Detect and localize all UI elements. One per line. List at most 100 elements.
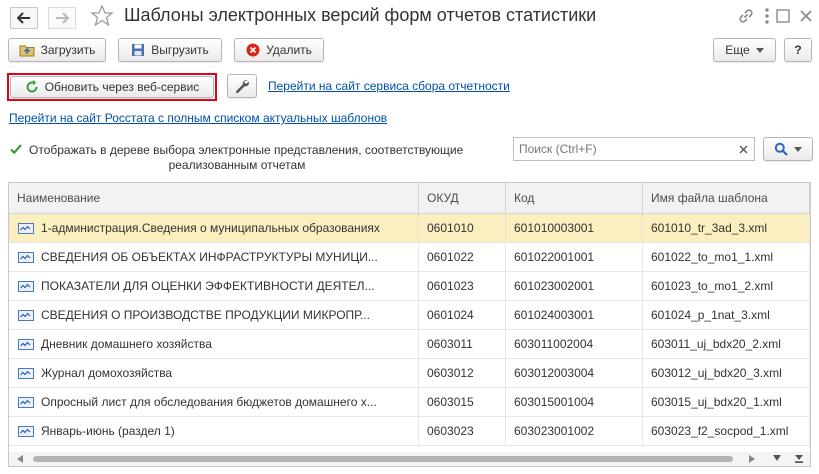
scroll-down-icon[interactable] xyxy=(773,455,781,461)
update-button-label: Обновить через веб-сервис xyxy=(44,80,200,94)
table-row[interactable]: 1-администрация.Сведения о муниципальных… xyxy=(9,214,810,243)
cell-filename: 601010_tr_3ad_3.xml xyxy=(643,214,810,242)
close-icon xyxy=(739,145,747,153)
scroll-bottom-icon[interactable] xyxy=(795,455,803,463)
search-input[interactable] xyxy=(514,138,729,160)
table-row[interactable]: СВЕДЕНИЯ О ПРОИЗВОДСТВЕ ПРОДУКЦИИ МИКРОП… xyxy=(9,301,810,330)
load-button[interactable]: Загрузить xyxy=(8,38,106,62)
settings-button[interactable] xyxy=(227,74,257,98)
delete-button[interactable]: Удалить xyxy=(234,38,324,62)
wrench-icon xyxy=(235,80,249,94)
cell-okud: 0601022 xyxy=(419,243,506,271)
cell-name: Журнал домохозяйства xyxy=(9,359,419,387)
checkmark-icon xyxy=(10,144,22,155)
table-row[interactable]: СВЕДЕНИЯ ОБ ОБЪЕКТАХ ИНФРАСТРУКТУРЫ МУНИ… xyxy=(9,243,810,272)
page-title: Шаблоны электронных версий форм отчетов … xyxy=(124,5,597,25)
cell-okud: 0603011 xyxy=(419,330,506,358)
favorite-button[interactable] xyxy=(90,4,114,31)
chevron-down-icon xyxy=(794,146,802,152)
cell-name: ПОКАЗАТЕЛИ ДЛЯ ОЦЕНКИ ЭФФЕКТИВНОСТИ ДЕЯТ… xyxy=(9,272,419,300)
scroll-left-icon[interactable] xyxy=(17,455,23,463)
magnifier-icon xyxy=(774,142,788,156)
cell-filename: 601024_p_1nat_3.xml xyxy=(643,301,810,329)
scrollbar-thumb[interactable] xyxy=(33,456,733,462)
cell-name: СВЕДЕНИЯ ОБ ОБЪЕКТАХ ИНФРАСТРУКТУРЫ МУНИ… xyxy=(9,243,419,271)
back-button[interactable] xyxy=(10,7,38,29)
delete-icon xyxy=(246,43,260,57)
chevron-down-icon xyxy=(755,47,764,53)
column-header-name[interactable]: Наименование xyxy=(9,183,419,213)
clear-search-button[interactable] xyxy=(732,138,754,160)
horizontal-scrollbar[interactable] xyxy=(9,452,810,466)
table-row[interactable]: Январь-июнь (раздел 1) 0603023 60302300100… xyxy=(9,417,810,446)
close-button[interactable] xyxy=(799,9,813,26)
cell-name: Опросный лист для обследования бюджетов … xyxy=(9,388,419,416)
cell-code: 601023002001 xyxy=(506,272,643,300)
cell-name: Январь-июнь (раздел 1) xyxy=(9,417,419,445)
cell-okud: 0601023 xyxy=(419,272,506,300)
forward-button[interactable] xyxy=(48,7,76,29)
cell-code: 601024003001 xyxy=(506,301,643,329)
help-button-label: ? xyxy=(794,43,802,57)
unload-button[interactable]: Выгрузить xyxy=(118,38,222,62)
cell-code: 603023001002 xyxy=(506,417,643,445)
arrow-left-icon xyxy=(17,12,30,24)
cell-code: 601022001001 xyxy=(506,243,643,271)
templates-table: Наименование ОКУД Код Имя файла шаблона … xyxy=(8,182,811,467)
cell-filename: 603011_uj_bdx20_2.xml xyxy=(643,330,810,358)
cell-filename: 603023_f2_socpod_1.xml xyxy=(643,417,810,445)
more-button-label: Еще xyxy=(725,43,750,57)
unload-button-label: Выгрузить xyxy=(151,43,209,57)
table-header: Наименование ОКУД Код Имя файла шаблона xyxy=(9,183,810,214)
close-icon xyxy=(800,10,812,22)
more-button[interactable]: Еще xyxy=(713,38,776,62)
arrow-right-icon xyxy=(56,12,69,24)
cell-filename: 601023_to_mo1_2.xml xyxy=(643,272,810,300)
maximize-icon xyxy=(776,9,790,23)
menu-button[interactable] xyxy=(764,7,770,28)
cell-okud: 0601010 xyxy=(419,214,506,242)
cell-okud: 0601024 xyxy=(419,301,506,329)
cell-code: 603015001004 xyxy=(506,388,643,416)
table-row[interactable]: Опросный лист для обследования бюджетов … xyxy=(9,388,810,417)
scroll-right-icon[interactable] xyxy=(749,455,755,463)
search-field-container xyxy=(513,137,755,161)
table-row[interactable]: ПОКАЗАТЕЛИ ДЛЯ ОЦЕНКИ ЭФФЕКТИВНОСТИ ДЕЯТ… xyxy=(9,272,810,301)
table-row[interactable]: Дневник домашнего хозяйства 0603011 603011… xyxy=(9,330,810,359)
display-filter-label-line2: реализованным отчетам xyxy=(168,158,306,172)
cell-filename: 603015_uj_bdx20_1.xml xyxy=(643,388,810,416)
load-button-label: Загрузить xyxy=(40,43,96,57)
link-icon xyxy=(739,9,753,23)
display-filter-checkbox[interactable] xyxy=(9,142,23,159)
cell-filename: 601022_to_mo1_1.xml xyxy=(643,243,810,271)
column-header-filename[interactable]: Имя файла шаблона xyxy=(643,183,810,213)
cell-name: СВЕДЕНИЯ О ПРОИЗВОДСТВЕ ПРОДУКЦИИ МИКРОП… xyxy=(9,301,419,329)
display-filter-label: Отображать в дереве выбора электронные п… xyxy=(29,143,499,173)
rosstat-site-link[interactable]: Перейти на сайт Росстата с полным списко… xyxy=(9,111,387,125)
kebab-icon xyxy=(765,8,769,24)
link-button[interactable] xyxy=(737,7,755,28)
update-via-webservice-button[interactable]: Обновить через веб-сервис xyxy=(10,76,214,98)
delete-button-label: Удалить xyxy=(266,43,312,57)
load-icon xyxy=(19,43,35,57)
display-filter-label-line1: Отображать в дереве выбора электронные п… xyxy=(29,143,464,157)
cell-code: 603012003004 xyxy=(506,359,643,387)
cell-okud: 0603012 xyxy=(419,359,506,387)
save-icon xyxy=(131,43,145,57)
cell-filename: 603012_uj_bdx20_3.xml xyxy=(643,359,810,387)
table-row[interactable]: Журнал домохозяйства 0603012 603012003004 6… xyxy=(9,359,810,388)
cell-okud: 0603015 xyxy=(419,388,506,416)
cell-name: Дневник домашнего хозяйства xyxy=(9,330,419,358)
cell-name: 1-администрация.Сведения о муниципальных… xyxy=(9,214,419,242)
search-button[interactable] xyxy=(763,137,813,161)
column-header-code[interactable]: Код xyxy=(506,183,643,213)
service-site-link[interactable]: Перейти на сайт сервиса сбора отчетности xyxy=(268,79,510,93)
help-button[interactable]: ? xyxy=(784,38,812,62)
cell-code: 603011002004 xyxy=(506,330,643,358)
star-icon xyxy=(90,4,114,27)
cell-okud: 0603023 xyxy=(419,417,506,445)
refresh-icon xyxy=(25,80,39,94)
cell-code: 601010003001 xyxy=(506,214,643,242)
column-header-okud[interactable]: ОКУД xyxy=(419,183,506,213)
maximize-button[interactable] xyxy=(776,9,790,26)
